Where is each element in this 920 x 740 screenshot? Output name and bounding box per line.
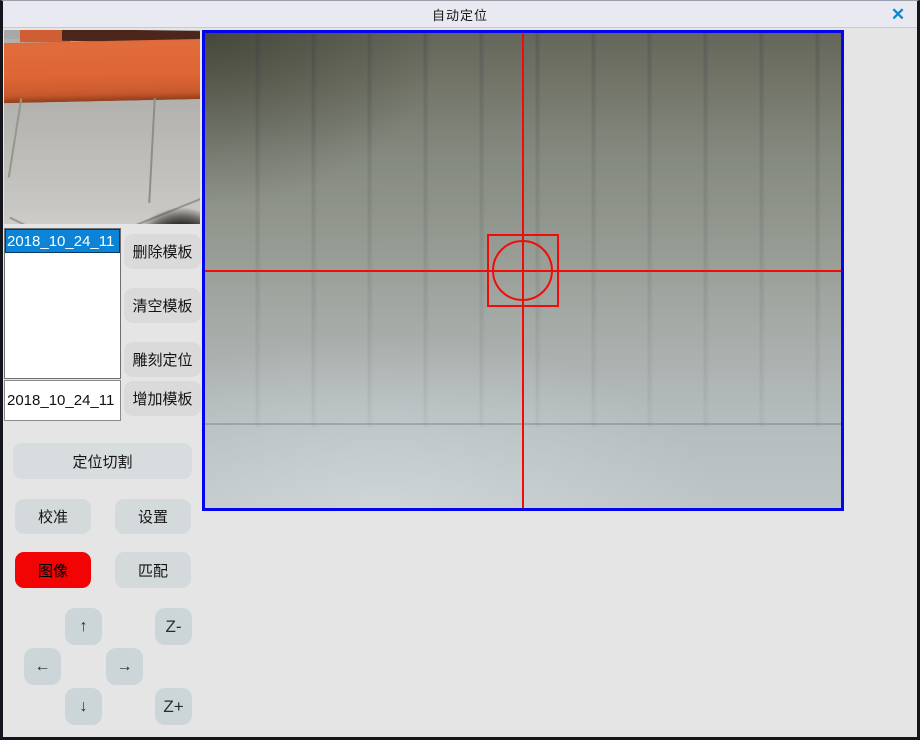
photo-tile-grout (9, 217, 77, 224)
delete-template-button[interactable]: 删除模板 (124, 234, 201, 269)
template-preview-image (4, 30, 200, 224)
match-region-circle (492, 240, 553, 301)
close-button[interactable]: ✕ (885, 3, 911, 26)
engrave-position-button[interactable]: 雕刻定位 (124, 342, 201, 377)
template-list[interactable]: 2018_10_24_11 (4, 228, 121, 379)
photo-orange-plank (4, 39, 200, 103)
dialog-title: 自动定位 (432, 5, 488, 24)
template-name-input[interactable] (4, 380, 121, 421)
calibrate-button[interactable]: 校准 (15, 499, 91, 534)
add-template-button[interactable]: 增加模板 (124, 381, 201, 416)
title-bar: 自动定位 ✕ (3, 1, 917, 28)
jog-z-minus-button[interactable]: Z- (155, 608, 192, 645)
image-button-active[interactable]: 图像 (15, 552, 91, 588)
position-cut-button[interactable]: 定位切割 (13, 443, 192, 479)
photo-tile-grout (8, 98, 22, 177)
close-icon: ✕ (891, 5, 905, 24)
jog-up-button[interactable]: ↑ (65, 608, 102, 645)
photo-tile-grout (148, 98, 155, 203)
auto-position-dialog: 自动定位 ✕ 2018_10_24_11 删除模板 清空模板 雕刻定位 增加模板… (0, 0, 920, 740)
jog-left-button[interactable]: ← (24, 648, 61, 685)
template-list-item[interactable]: 2018_10_24_11 (5, 229, 120, 253)
settings-button[interactable]: 设置 (115, 499, 191, 534)
clear-templates-button[interactable]: 清空模板 (124, 288, 201, 323)
match-button[interactable]: 匹配 (115, 552, 191, 588)
jog-right-button[interactable]: → (106, 648, 143, 685)
jog-z-plus-button[interactable]: Z+ (155, 688, 192, 725)
jog-down-button[interactable]: ↓ (65, 688, 102, 725)
photo-dark-object (132, 208, 200, 224)
camera-view[interactable] (202, 30, 844, 511)
